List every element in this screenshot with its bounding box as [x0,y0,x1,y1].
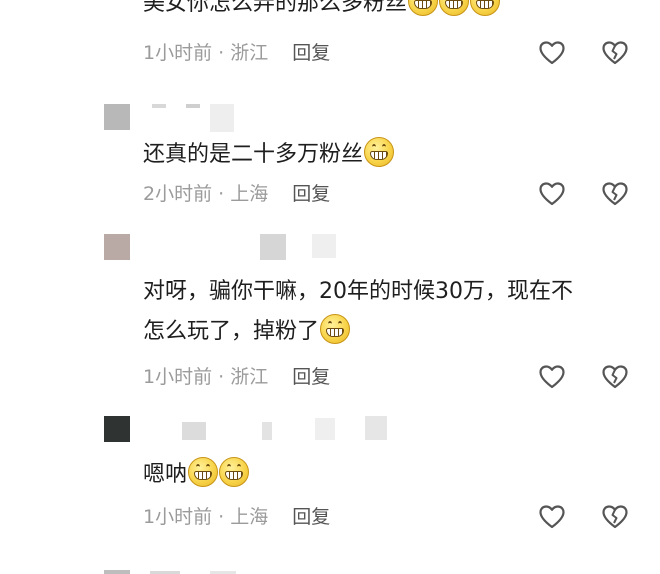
comment-location: 浙江 [230,366,269,388]
comment-time: 1小时前 [143,366,213,388]
grin-emoji-icon [320,314,351,344]
reply-button[interactable]: 回复 [292,506,330,528]
blurred-username [186,104,200,108]
avatar[interactable] [104,104,130,130]
comment-time: 2小时前 [143,183,213,205]
meta-separator: · [212,366,231,388]
comment-meta: 2小时前 · 上海 回复 [143,179,330,209]
comment-text-line: 怎么玩了，掉粉了 [143,312,620,352]
comment-time: 1小时前 [143,506,213,528]
dislike-icon[interactable] [601,39,629,67]
reply-button[interactable]: 回复 [292,42,330,64]
blurred-username [315,418,335,440]
grin-emoji-icon [470,0,501,16]
meta-separator: · [212,506,231,528]
comment-text: 美女你怎么弄的那么多粉丝 [143,0,620,24]
avatar[interactable] [104,570,130,574]
blurred-username [152,104,166,108]
grin-emoji-icon [188,457,219,487]
like-icon[interactable] [538,363,566,391]
comment-meta: 1小时前 · 浙江 回复 [143,38,330,68]
comment-time: 1小时前 [143,42,213,64]
comment-location: 上海 [230,506,269,528]
comment-location: 浙江 [230,42,269,64]
comment-location: 上海 [230,183,269,205]
blurred-username [312,234,336,258]
dislike-icon[interactable] [601,503,629,531]
dislike-icon[interactable] [601,180,629,208]
grin-emoji-icon [219,457,250,487]
blurred-username [182,422,206,440]
grin-emoji-icon [439,0,470,16]
comment-text-line: 对呀，骗你干嘛，20年的时候30万，现在不 [143,279,573,304]
dislike-icon[interactable] [601,363,629,391]
like-icon[interactable] [538,503,566,531]
comment-meta: 1小时前 · 浙江 回复 [143,362,330,392]
blurred-username [210,104,234,132]
like-icon[interactable] [538,180,566,208]
meta-separator: · [212,42,231,64]
grin-emoji-icon [364,137,395,167]
comment-text: 嗯呐 [143,455,620,495]
comment-text-body: 嗯呐 [143,462,188,487]
like-icon[interactable] [538,39,566,67]
blurred-username [365,416,387,440]
avatar[interactable] [104,416,130,442]
comment-text: 还真的是二十多万粉丝 [143,135,620,175]
reply-button[interactable]: 回复 [292,183,330,205]
grin-emoji-icon [408,0,439,16]
comment-text-body: 怎么玩了，掉粉了 [143,319,320,344]
blurred-username [262,422,272,440]
meta-separator: · [212,183,231,205]
comment-text: 对呀，骗你干嘛，20年的时候30万，现在不 怎么玩了，掉粉了 [143,272,620,352]
comment-text-body: 美女你怎么弄的那么多粉丝 [143,0,408,16]
avatar[interactable] [104,234,130,260]
comment-text-body: 还真的是二十多万粉丝 [143,142,364,167]
comment-meta: 1小时前 · 上海 回复 [143,502,330,532]
blurred-username [260,234,286,260]
reply-button[interactable]: 回复 [292,366,330,388]
